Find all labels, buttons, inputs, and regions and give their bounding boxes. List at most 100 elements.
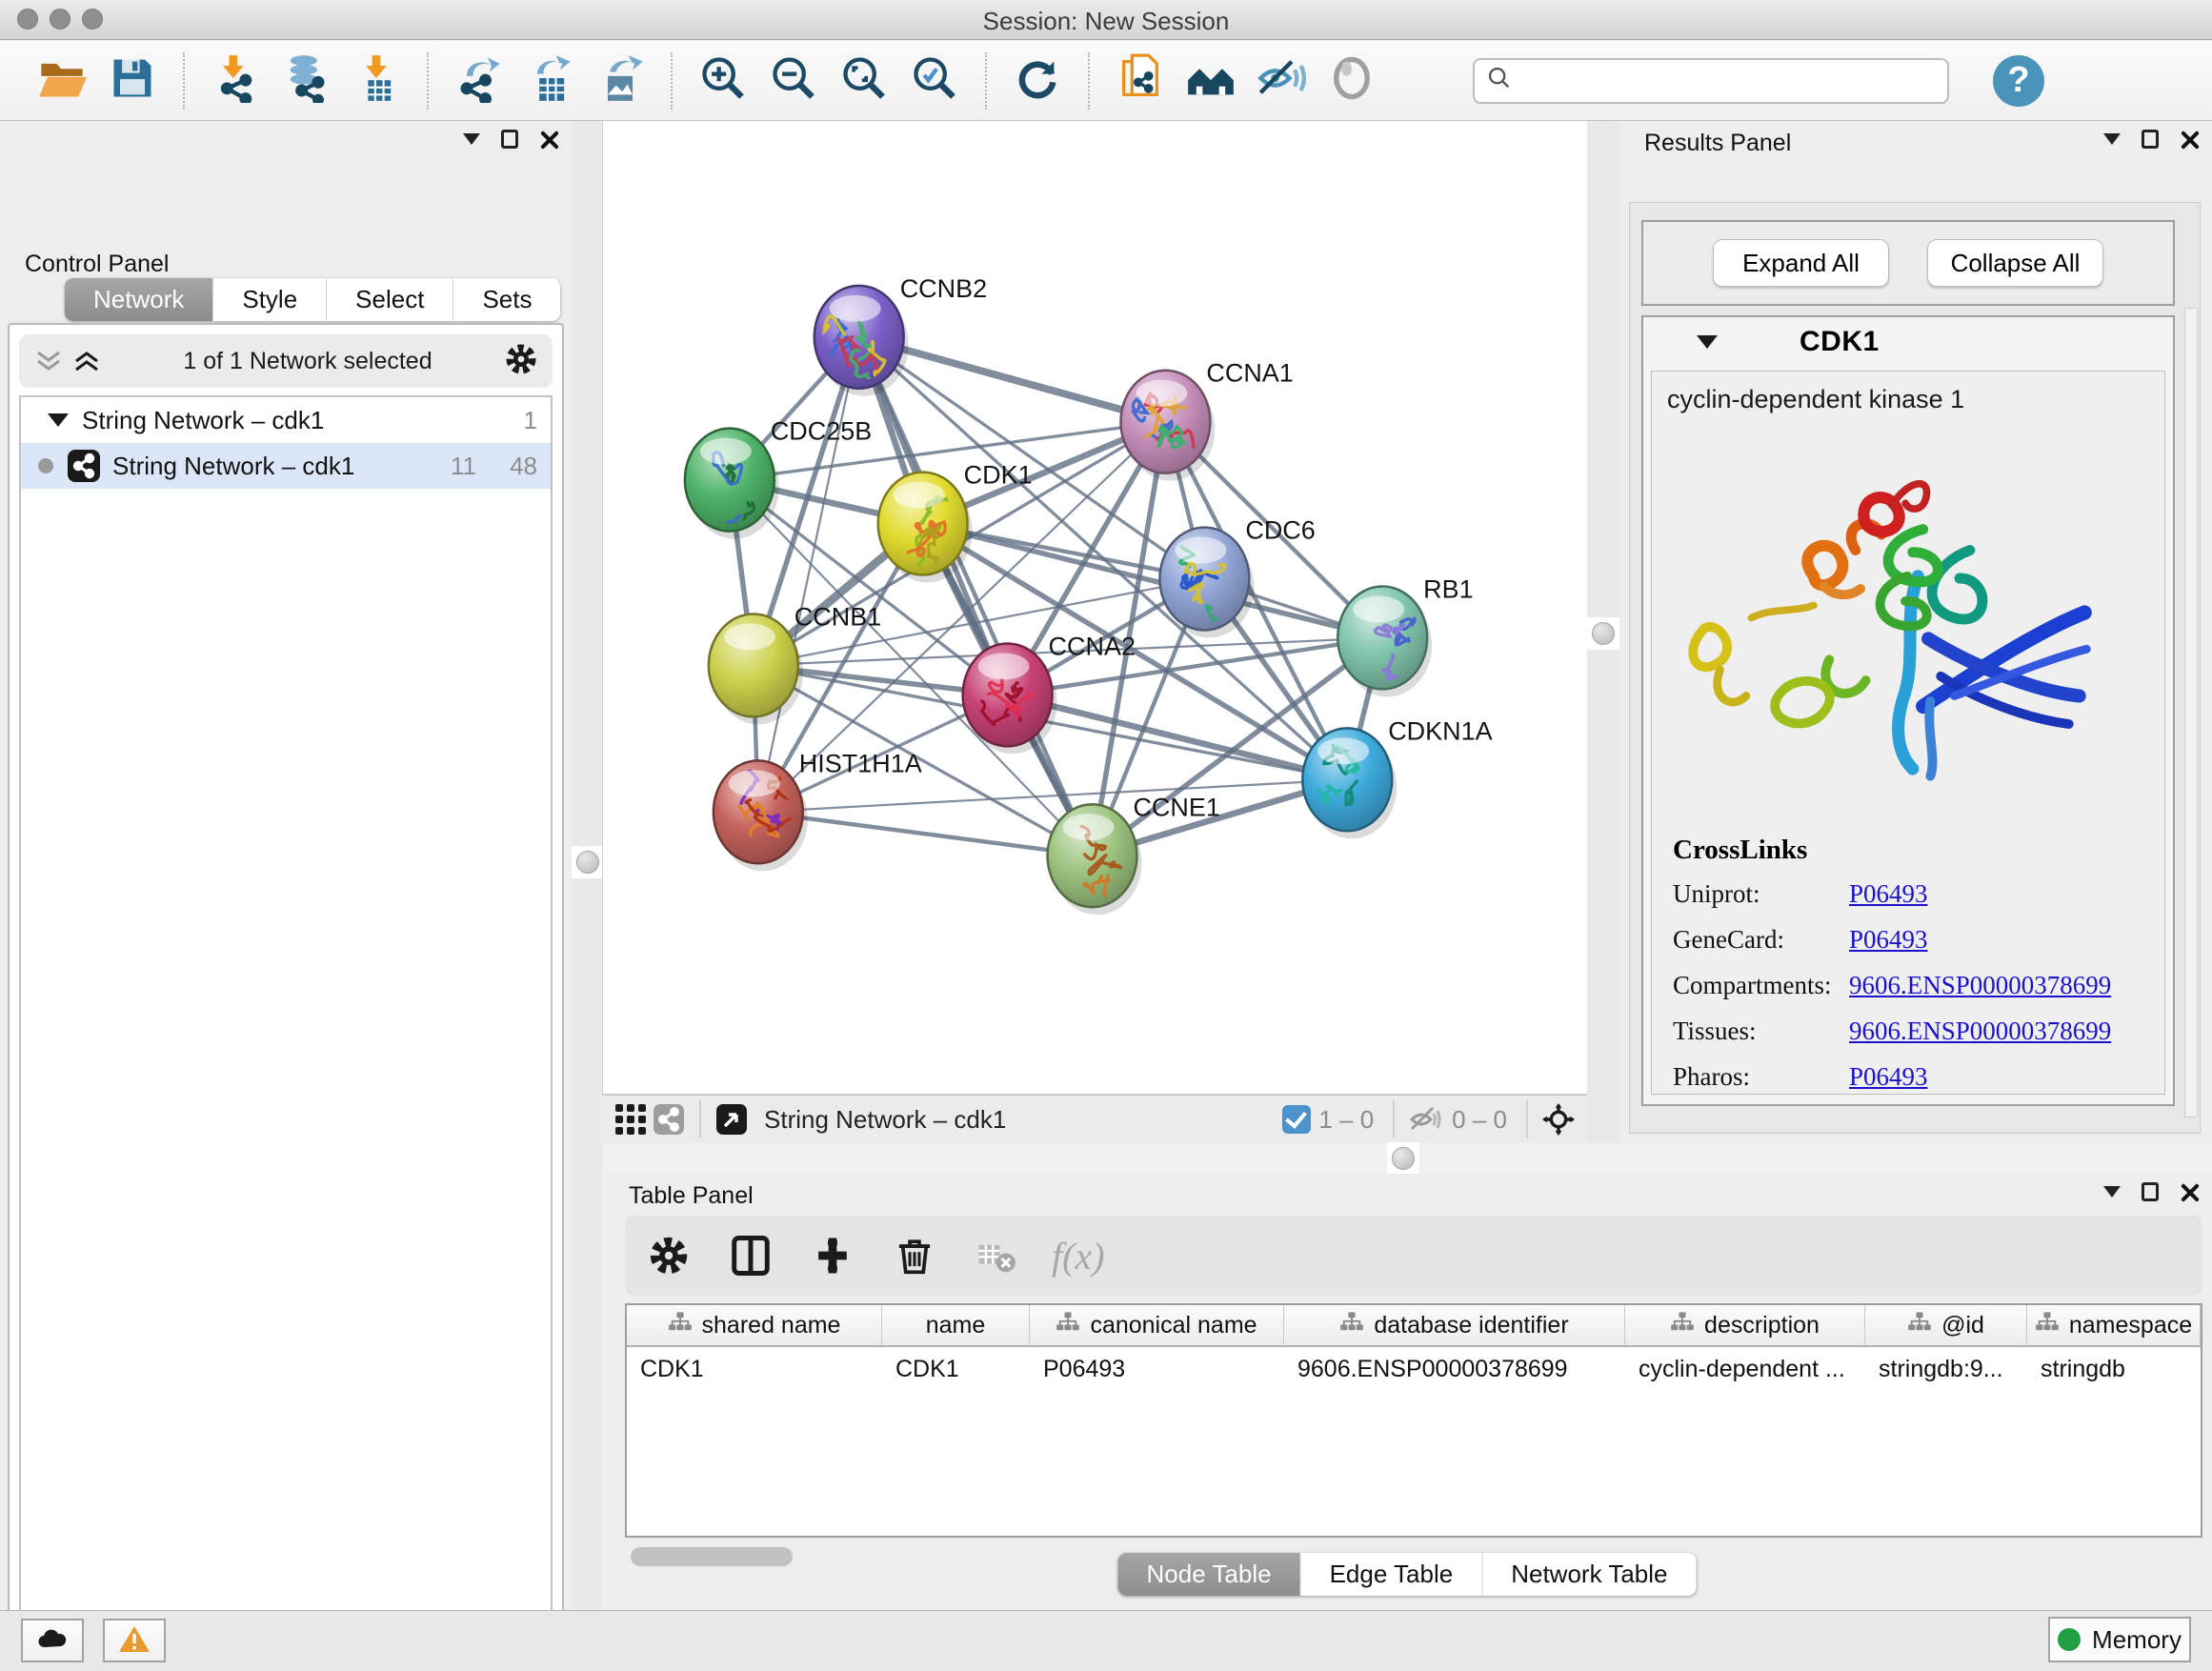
panel-float-icon[interactable] <box>2142 130 2159 149</box>
panel-close-icon[interactable] <box>539 130 558 149</box>
zoom-fit-button[interactable] <box>829 49 899 113</box>
left-splitter-handle[interactable] <box>572 846 604 878</box>
add-column-button[interactable] <box>806 1229 859 1282</box>
delete-column-button[interactable] <box>888 1229 941 1282</box>
table-row[interactable]: CDK1CDK1P064939606.ENSP00000378699cyclin… <box>627 1347 2201 1391</box>
column-header-database-identifier[interactable]: database identifier <box>1284 1305 1625 1345</box>
panel-minimize-icon[interactable] <box>2103 133 2121 145</box>
crosslink-link[interactable]: P06493 <box>1849 925 1928 955</box>
search-input[interactable] <box>1522 68 1936 94</box>
pan-crosshair-icon[interactable] <box>1539 1100 1578 1138</box>
collapse-all-button[interactable]: Collapse All <box>1927 239 2103 287</box>
function-builder-button[interactable]: f(x) <box>1052 1234 1105 1278</box>
cloud-status-button[interactable] <box>21 1619 84 1662</box>
memory-button[interactable]: Memory <box>2048 1617 2191 1662</box>
right-splitter-handle[interactable] <box>1587 617 1619 650</box>
column-header-name[interactable]: name <box>882 1305 1030 1345</box>
network-edge[interactable] <box>758 337 859 813</box>
network-badge-icon[interactable] <box>650 1100 688 1138</box>
open-session-button[interactable] <box>27 49 97 113</box>
network-view[interactable]: CCNB2CCNA1CDC25BCDK1CDC6RB1CCNB1CCNA2CDK… <box>602 121 1587 1094</box>
tab-style[interactable]: Style <box>213 278 327 321</box>
export-table-button[interactable] <box>514 49 585 113</box>
panel-minimize-icon[interactable] <box>2103 1186 2121 1198</box>
refresh-button[interactable] <box>1002 49 1073 113</box>
crosslink-link[interactable]: 9606.ENSP00000378699 <box>1849 971 2111 1000</box>
network-edge[interactable] <box>758 812 1093 856</box>
panel-minimize-icon[interactable] <box>463 133 480 145</box>
home-button[interactable] <box>1176 49 1246 113</box>
network-canvas[interactable]: CCNB2CCNA1CDC25BCDK1CDC6RB1CCNB1CCNA2CDK… <box>603 121 1587 1094</box>
zoom-in-button[interactable] <box>688 49 758 113</box>
grid-view-icon[interactable] <box>612 1100 650 1138</box>
delete-table-button[interactable] <box>970 1229 1023 1282</box>
crosslink-link[interactable]: P06493 <box>1849 1062 1928 1092</box>
network-node-ccne1[interactable] <box>1048 804 1142 915</box>
import-network-icon <box>211 53 260 108</box>
network-tree-item[interactable]: String Network – cdk11 <box>21 397 551 443</box>
column-header-id[interactable]: @id <box>1865 1305 2027 1345</box>
crosslink-link[interactable]: P06493 <box>1849 879 1928 909</box>
node-result-header[interactable]: CDK1 <box>1643 317 2173 367</box>
network-node-ccna1[interactable] <box>1120 371 1215 481</box>
bottom-splitter-handle[interactable] <box>1387 1142 1419 1175</box>
table-settings-button[interactable] <box>642 1229 695 1282</box>
network-selected-label: 1 of 1 Network selected <box>111 348 505 375</box>
node-label-ccnb1: CCNB1 <box>794 602 881 631</box>
gear-icon[interactable] <box>505 343 537 380</box>
expand-all-icon[interactable] <box>72 349 101 373</box>
home-icon <box>1186 53 1236 108</box>
control-panel: Control Panel NetworkStyleSelectSets 1 o… <box>0 121 572 1611</box>
tab-select[interactable]: Select <box>327 278 453 321</box>
network-edge[interactable] <box>859 337 1093 856</box>
tab-sets[interactable]: Sets <box>453 278 560 321</box>
collapse-all-icon[interactable] <box>34 349 63 373</box>
expand-all-button[interactable]: Expand All <box>1713 239 1889 287</box>
show-all-button[interactable] <box>1317 49 1387 113</box>
help-button[interactable]: ? <box>1993 55 2044 107</box>
export-image-button[interactable] <box>585 49 655 113</box>
birds-eye-view-icon[interactable] <box>713 1100 751 1138</box>
show-columns-button[interactable] <box>724 1229 777 1282</box>
status-bar: Memory <box>0 1610 2212 1671</box>
selected-checkbox-icon[interactable] <box>1282 1105 1311 1134</box>
panel-close-icon[interactable] <box>2180 1182 2199 1201</box>
column-header-shared-name[interactable]: shared name <box>627 1305 882 1345</box>
export-network-button[interactable] <box>444 49 514 113</box>
panel-float-icon[interactable] <box>501 130 518 149</box>
zoom-out-icon <box>769 53 818 108</box>
zoom-selected-button[interactable] <box>899 49 970 113</box>
import-network-from-database-button[interactable] <box>271 49 341 113</box>
hide-selected-button[interactable] <box>1246 49 1317 113</box>
save-session-button[interactable] <box>97 49 168 113</box>
zoom-out-button[interactable] <box>758 49 829 113</box>
panel-close-icon[interactable] <box>2180 130 2199 149</box>
node-result-body: cyclin-dependent kinase 1 <box>1651 371 2165 1095</box>
import-network-button[interactable] <box>200 49 271 113</box>
tab-network[interactable]: Network <box>65 278 213 321</box>
warnings-button[interactable] <box>103 1619 166 1662</box>
panel-float-icon[interactable] <box>2142 1182 2159 1201</box>
clone-network-button[interactable] <box>1105 49 1176 113</box>
column-header-canonical-name[interactable]: canonical name <box>1030 1305 1284 1345</box>
network-tree-item[interactable]: String Network – cdk11148 <box>21 443 551 489</box>
collapse-caret-icon[interactable] <box>1697 335 1718 349</box>
network-node-hist1h1a[interactable] <box>714 755 808 872</box>
save-floppy-icon <box>108 53 157 108</box>
scrollbar-thumb[interactable] <box>631 1547 793 1566</box>
column-header-namespace[interactable]: namespace <box>2027 1305 2201 1345</box>
network-node-rb1[interactable] <box>1337 587 1432 697</box>
export-table-icon <box>525 53 574 108</box>
results-scrollbar[interactable] <box>2184 308 2198 1117</box>
network-node-cdc25b[interactable] <box>685 429 779 544</box>
network-node-ccnb2[interactable] <box>812 286 909 396</box>
tab-network-table[interactable]: Network Table <box>1482 1553 1696 1596</box>
crosslink-link[interactable]: 9606.ENSP00000378699 <box>1849 1017 2111 1046</box>
tab-node-table[interactable]: Node Table <box>1118 1553 1301 1596</box>
network-node-cdkn1a[interactable] <box>1302 728 1397 838</box>
tab-edge-table[interactable]: Edge Table <box>1301 1553 1483 1596</box>
import-table-button[interactable] <box>341 49 412 113</box>
network-node-cdk1[interactable] <box>878 473 973 585</box>
tree-expand-caret-icon[interactable] <box>48 413 69 427</box>
column-header-description[interactable]: description <box>1625 1305 1865 1345</box>
